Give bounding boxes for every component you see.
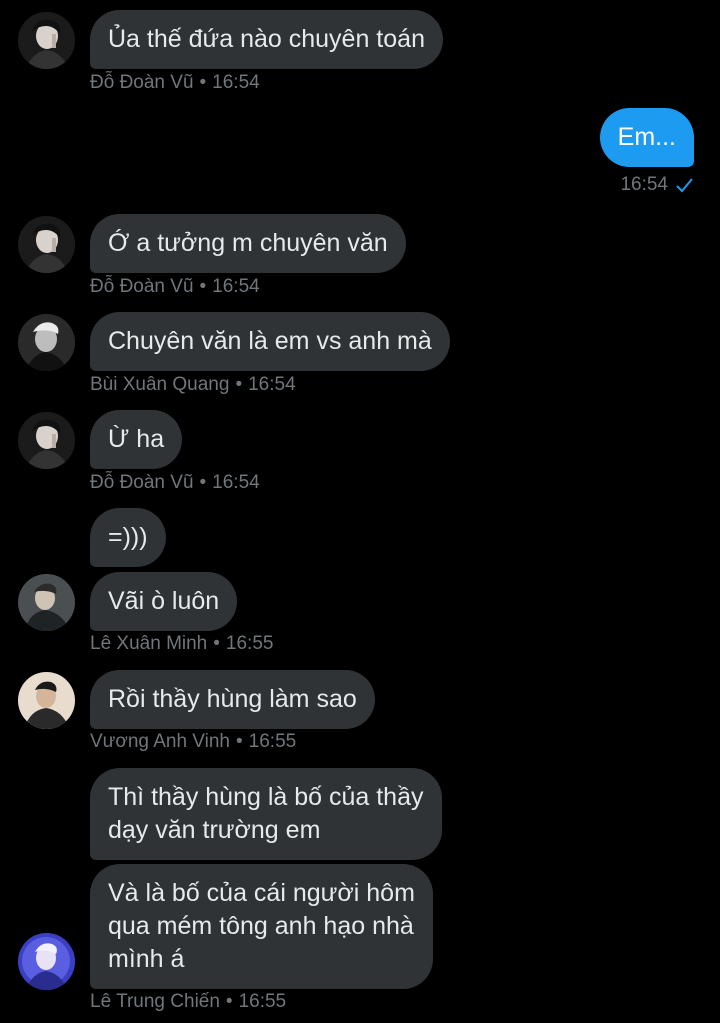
- sender-name: Đỗ Đoàn Vũ: [90, 72, 194, 93]
- meta-separator: •: [199, 472, 207, 493]
- sender-name: Đỗ Đoàn Vũ: [90, 276, 194, 297]
- message-time: 16:55: [238, 991, 287, 1012]
- message-time: 16:54: [212, 472, 260, 493]
- sender-name: Vương Anh Vinh: [90, 731, 230, 752]
- message-bubble[interactable]: Ừ ha: [90, 410, 183, 469]
- meta-separator: •: [199, 72, 207, 93]
- message-meta: Lê Xuân Minh • 16:55: [90, 633, 273, 655]
- message-time: 16:54: [620, 174, 668, 195]
- message-bubble[interactable]: Vãi ò luôn: [90, 572, 238, 631]
- message-meta: Đỗ Đoàn Vũ • 16:54: [90, 276, 260, 298]
- message-time: 16:54: [248, 374, 296, 395]
- message-time: 16:55: [248, 731, 297, 752]
- message-time: 16:54: [212, 276, 260, 297]
- sender-name: Lê Trung Chiến: [90, 991, 220, 1012]
- avatar-bui-xuan-quang[interactable]: [18, 314, 75, 371]
- message-bubble[interactable]: Ớ a tưởng m chuyên văn: [90, 214, 406, 273]
- meta-separator: •: [213, 633, 220, 654]
- message-meta: Đỗ Đoàn Vũ • 16:54: [90, 72, 260, 94]
- meta-separator: •: [236, 731, 243, 752]
- message-bubble[interactable]: =))): [90, 508, 166, 567]
- message-meta: Đỗ Đoàn Vũ • 16:54: [90, 472, 260, 494]
- message-meta: Bùi Xuân Quang • 16:54: [90, 374, 296, 396]
- message-bubble[interactable]: Chuyên văn là em vs anh mà: [90, 312, 450, 371]
- avatar-do-doan-vu[interactable]: [18, 12, 75, 69]
- message-bubble[interactable]: Và là bố của cái người hôm qua mém tông …: [90, 864, 433, 989]
- sender-name: Bùi Xuân Quang: [90, 374, 230, 395]
- message-bubble[interactable]: Ủa thế đứa nào chuyên toán: [90, 10, 443, 69]
- avatar-do-doan-vu[interactable]: [18, 412, 75, 469]
- meta-separator: •: [235, 374, 243, 395]
- message-meta: Vương Anh Vinh • 16:55: [90, 731, 296, 753]
- avatar-le-xuan-minh[interactable]: [18, 574, 75, 631]
- avatar-le-trung-chien[interactable]: [18, 933, 75, 990]
- my-message-bubble[interactable]: Em...: [599, 108, 694, 167]
- message-time: 16:55: [225, 633, 274, 654]
- message-bubble[interactable]: Thì thầy hùng là bố của thầy dạy văn trư…: [90, 768, 442, 860]
- sender-name: Lê Xuân Minh: [90, 633, 208, 654]
- message-bubble[interactable]: Rồi thầy hùng làm sao: [90, 670, 375, 729]
- sender-name: Đỗ Đoàn Vũ: [90, 472, 194, 493]
- chat-thread: Ủa thế đứa nào chuyên toán Đỗ Đoàn Vũ • 16…: [0, 0, 720, 1023]
- message-time: 16:54: [212, 72, 260, 93]
- meta-separator: •: [199, 276, 207, 297]
- meta-separator: •: [225, 991, 233, 1012]
- check-icon: [676, 178, 693, 193]
- my-message-meta: 16:54: [620, 174, 694, 196]
- message-meta: Lê Trung Chiến • 16:55: [90, 991, 286, 1013]
- avatar-vuong-anh-vinh[interactable]: [18, 672, 75, 729]
- avatar-do-doan-vu[interactable]: [18, 216, 75, 273]
